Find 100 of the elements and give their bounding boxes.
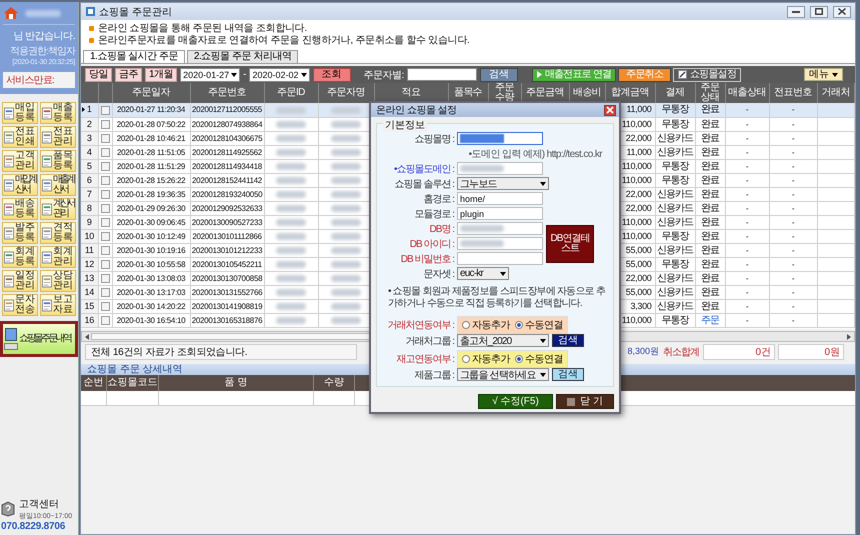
field-label: 모듈경로 :: [413, 208, 454, 220]
row-number: 10: [81, 229, 98, 243]
range-separator: -: [243, 69, 246, 80]
table-cell: 20200129092532633: [190, 201, 264, 215]
row-number: 9: [81, 215, 98, 229]
table-cell: -: [769, 173, 817, 187]
radio-label: 수동연결: [525, 352, 563, 366]
greeting-text: 님 반갑습니다.: [13, 30, 75, 43]
table-cell: -: [725, 187, 769, 201]
table-cell: 신용카드: [655, 201, 695, 215]
field-label: DB명 :: [428, 222, 454, 236]
table-cell: 20200130141908819: [190, 299, 264, 313]
table-cell: 2020-01-30 13:17:03: [112, 285, 190, 299]
field-label: 거래처연동여부 :: [386, 318, 454, 332]
table-cell: -: [725, 131, 769, 145]
row-number: 4: [81, 145, 98, 159]
radio-label: 수동연결: [525, 318, 563, 332]
table-cell: -: [725, 173, 769, 187]
row-number: 14: [81, 285, 98, 299]
table-cell: -: [725, 299, 769, 313]
table-cell: 20200130090527233: [190, 215, 264, 229]
table-cell: -: [725, 243, 769, 257]
table-cell: -: [725, 159, 769, 173]
table-cell: 신용카드: [655, 187, 695, 201]
radio-label: 자동추가: [472, 352, 510, 366]
table-cell: 2020-01-30 10:55:58: [112, 257, 190, 271]
field-label: 홈경로 :: [422, 192, 454, 206]
hint-text: •도메인 입력 예제) http://test.co.kr: [468, 148, 602, 160]
table-cell: 20200130105452211: [190, 257, 264, 271]
total-amount: 8,300원: [627, 345, 659, 358]
table-cell: -: [769, 159, 817, 173]
table-cell: 20200127112005555: [190, 103, 264, 117]
table-cell: -: [769, 313, 817, 327]
status-cell: 완료: [695, 271, 725, 285]
table-cell: 20200128152441142: [190, 173, 264, 187]
table-cell: 무통장: [655, 229, 695, 243]
status-cell: 완료: [695, 187, 725, 201]
row-number: 16: [81, 313, 98, 327]
table-cell: 2020-01-28 11:51:29: [112, 159, 190, 173]
table-cell: -: [769, 285, 817, 299]
role-text: 적용권한:책임자: [10, 45, 75, 58]
status-cell: 완료: [695, 117, 725, 131]
window-title: 쇼핑몰 주문관리: [99, 6, 172, 18]
note-text: • 쇼핑몰 회원과 제품정보를 스피드장부에 자동으로 추가하거나 수동으로 직접 등록하기를 선택합니다.: [387, 285, 606, 311]
notice-text: 온라인주문자료를 매출자료로 연결하여 주문을 진행하거나, 주문취소를 할수 있습니다.: [98, 35, 470, 46]
status-cell: 주문: [695, 313, 725, 327]
notice-text: 온라인 쇼핑몰을 통해 주문된 내역을 조회합니다.: [98, 23, 307, 34]
table-cell: 20200130101112866: [190, 229, 264, 243]
table-cell: 20200130130700858: [190, 271, 264, 285]
table-cell: 20200128074938864: [190, 117, 264, 131]
table-cell: 20200130131552766: [190, 285, 264, 299]
table-cell: -: [769, 215, 817, 229]
table-cell: 2020-01-30 16:54:10: [112, 313, 190, 327]
table-cell: -: [725, 229, 769, 243]
table-cell: 무통장: [655, 159, 695, 173]
table-cell: 2020-01-30 10:19:16: [112, 243, 190, 257]
table-cell: -: [769, 243, 817, 257]
table-cell: 무통장: [655, 117, 695, 131]
radio-label: 자동추가: [472, 318, 510, 332]
table-cell: 2020-01-28 07:50:22: [112, 117, 190, 131]
field-label: 쇼핑몰명 :: [413, 132, 454, 146]
status-message: 전체 16건의 자료가 조회되었습니다.: [85, 344, 357, 360]
table-cell: 2020-01-30 10:12:49: [112, 229, 190, 243]
table-cell: 20200128114925562: [190, 145, 264, 159]
status-cell: 완료: [695, 201, 725, 215]
field-label: 재고연동여부 :: [395, 352, 454, 366]
table-cell: -: [769, 103, 817, 117]
row-number: 6: [81, 173, 98, 187]
status-cell: 완료: [695, 229, 725, 243]
status-cell: 완료: [695, 257, 725, 271]
table-cell: 2020-01-30 13:08:03: [112, 271, 190, 285]
table-cell: 2020-01-30 09:06:45: [112, 215, 190, 229]
table-cell: 무통장: [655, 257, 695, 271]
dialog-title: 온라인 쇼핑몰 설정: [376, 104, 458, 117]
field-label: 문자셋 :: [422, 268, 454, 280]
table-cell: 신용카드: [655, 271, 695, 285]
status-cell: 완료: [695, 243, 725, 257]
status-cell: 완료: [695, 173, 725, 187]
table-cell: -: [769, 201, 817, 215]
cancel-amount: 0원: [778, 344, 844, 360]
table-cell: 2020-01-28 11:51:05: [112, 145, 190, 159]
cancel-count: 0건: [703, 344, 775, 360]
status-cell: 완료: [695, 103, 725, 117]
support-title: 고객센터: [19, 498, 60, 511]
support-phone: 070.8229.8706: [1, 521, 66, 532]
table-cell: 신용카드: [655, 299, 695, 313]
field-label: 쇼핑몰 솔루션 :: [394, 178, 454, 190]
table-cell: 2020-01-27 11:20:34: [112, 103, 190, 117]
table-cell: 2020-01-28 10:46:21: [112, 131, 190, 145]
table-cell: -: [725, 145, 769, 159]
table-cell: -: [769, 257, 817, 271]
group-title: 기본정보: [383, 118, 427, 132]
field-label: •쇼핑몰도메인 :: [392, 162, 454, 176]
table-cell: 2020-01-30 14:20:22: [112, 299, 190, 313]
table-cell: -: [725, 313, 769, 327]
row-number: 13: [81, 271, 98, 285]
status-cell: 완료: [695, 159, 725, 173]
row-number: 5: [81, 159, 98, 173]
table-cell: 무통장: [655, 103, 695, 117]
table-cell: 신용카드: [655, 285, 695, 299]
